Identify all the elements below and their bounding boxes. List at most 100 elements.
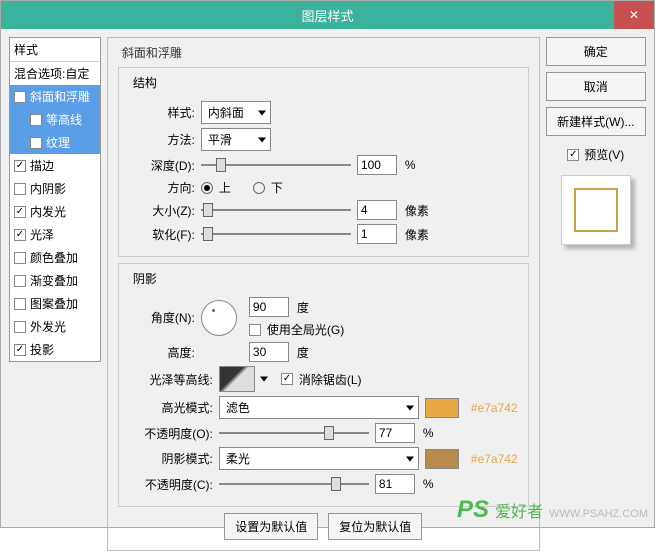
- shadow-mode-row: 阴影模式: 柔光 #e7a742: [129, 447, 518, 470]
- gloss-contour[interactable]: [219, 366, 255, 392]
- reset-default-button[interactable]: 复位为默认值: [328, 513, 422, 540]
- close-button[interactable]: ✕: [614, 1, 654, 29]
- altitude-input[interactable]: [249, 342, 289, 362]
- style-item-outer-glow[interactable]: 外发光: [10, 315, 100, 338]
- shadow-opacity-unit: %: [423, 477, 434, 491]
- layer-style-dialog: 图层样式 ✕ 样式 混合选项:自定 斜面和浮雕 等高线 纹理 描边 内阴影 内发…: [0, 0, 655, 528]
- shadow-color-swatch[interactable]: [425, 449, 459, 469]
- size-input[interactable]: [357, 200, 397, 220]
- method-label: 方法:: [129, 131, 195, 148]
- right-panel: 确定 取消 新建样式(W)... 预览(V): [546, 37, 646, 519]
- checkbox-icon[interactable]: [14, 160, 26, 172]
- depth-slider[interactable]: [201, 158, 351, 172]
- checkbox-icon[interactable]: [14, 91, 26, 103]
- highlight-opacity-slider[interactable]: [219, 426, 369, 440]
- angle-unit: 度: [297, 299, 309, 316]
- style-row: 样式: 内斜面: [129, 101, 518, 124]
- global-light-checkbox[interactable]: [249, 324, 261, 336]
- style-item-contour[interactable]: 等高线: [10, 108, 100, 131]
- depth-input[interactable]: [357, 155, 397, 175]
- set-default-button[interactable]: 设置为默认值: [224, 513, 318, 540]
- altitude-unit: 度: [297, 344, 309, 361]
- default-buttons: 设置为默认值 复位为默认值: [118, 513, 529, 540]
- direction-down-radio[interactable]: [253, 182, 265, 194]
- checkbox-icon[interactable]: [14, 344, 26, 356]
- style-item-inner-shadow[interactable]: 内阴影: [10, 177, 100, 200]
- checkbox-icon[interactable]: [14, 206, 26, 218]
- styles-header[interactable]: 样式: [10, 38, 100, 62]
- highlight-opacity-unit: %: [423, 426, 434, 440]
- angle-input[interactable]: [249, 297, 289, 317]
- gloss-row: 光泽等高线: 消除锯齿(L): [129, 366, 518, 392]
- up-label: 上: [219, 179, 231, 196]
- soften-slider[interactable]: [201, 227, 351, 241]
- altitude-row: 高度: 度: [129, 342, 518, 362]
- antialias-label: 消除锯齿(L): [299, 371, 362, 388]
- highlight-opacity-input[interactable]: [375, 423, 415, 443]
- shadow-mode-select[interactable]: 柔光: [219, 447, 419, 470]
- size-label: 大小(Z):: [129, 202, 195, 219]
- checkbox-icon[interactable]: [14, 298, 26, 310]
- bevel-group: 斜面和浮雕 结构 样式: 内斜面 方法: 平滑 深度(D):: [107, 37, 540, 551]
- structure-group: 结构 样式: 内斜面 方法: 平滑 深度(D): %: [118, 67, 529, 257]
- depth-row: 深度(D): %: [129, 155, 518, 175]
- structure-title: 结构: [129, 74, 161, 91]
- size-unit: 像素: [405, 202, 429, 219]
- preview-box: [561, 175, 631, 245]
- soften-label: 软化(F):: [129, 226, 195, 243]
- style-item-satin[interactable]: 光泽: [10, 223, 100, 246]
- method-row: 方法: 平滑: [129, 128, 518, 151]
- shadow-opacity-row: 不透明度(C): %: [129, 474, 518, 494]
- checkbox-icon[interactable]: [30, 137, 42, 149]
- style-item-gradient-overlay[interactable]: 渐变叠加: [10, 269, 100, 292]
- preview-swatch: [574, 188, 618, 232]
- angle-label: 角度(N):: [129, 309, 195, 326]
- shadow-opacity-input[interactable]: [375, 474, 415, 494]
- direction-label: 方向:: [129, 179, 195, 196]
- depth-unit: %: [405, 158, 416, 172]
- style-item-pattern-overlay[interactable]: 图案叠加: [10, 292, 100, 315]
- ok-button[interactable]: 确定: [546, 37, 646, 66]
- preview-row: 预览(V): [546, 146, 646, 163]
- checkbox-icon[interactable]: [30, 114, 42, 126]
- style-item-texture[interactable]: 纹理: [10, 131, 100, 154]
- soften-input[interactable]: [357, 224, 397, 244]
- soften-unit: 像素: [405, 226, 429, 243]
- settings-panel: 斜面和浮雕 结构 样式: 内斜面 方法: 平滑 深度(D):: [107, 37, 540, 519]
- highlight-mode-label: 高光模式:: [129, 399, 213, 416]
- preview-checkbox[interactable]: [567, 149, 579, 161]
- highlight-color-swatch[interactable]: [425, 398, 459, 418]
- group-title: 斜面和浮雕: [118, 44, 186, 61]
- direction-up-radio[interactable]: [201, 182, 213, 194]
- style-item-inner-glow[interactable]: 内发光: [10, 200, 100, 223]
- close-icon: ✕: [629, 8, 639, 22]
- checkbox-icon[interactable]: [14, 321, 26, 333]
- shadow-opacity-slider[interactable]: [219, 477, 369, 491]
- window-title: 图层样式: [301, 6, 353, 25]
- method-select[interactable]: 平滑: [201, 128, 271, 151]
- titlebar: 图层样式 ✕: [1, 1, 654, 29]
- highlight-opacity-label: 不透明度(O):: [129, 425, 213, 442]
- checkbox-icon[interactable]: [14, 275, 26, 287]
- highlight-mode-select[interactable]: 滤色: [219, 396, 419, 419]
- checkbox-icon[interactable]: [14, 183, 26, 195]
- styles-list: 样式 混合选项:自定 斜面和浮雕 等高线 纹理 描边 内阴影 内发光 光泽 颜色…: [9, 37, 101, 362]
- preview-label: 预览(V): [584, 146, 624, 163]
- blend-options-item[interactable]: 混合选项:自定: [10, 62, 100, 85]
- highlight-hex: #e7a742: [471, 401, 518, 415]
- checkbox-icon[interactable]: [14, 229, 26, 241]
- shadow-opacity-label: 不透明度(C):: [129, 476, 213, 493]
- antialias-checkbox[interactable]: [281, 373, 293, 385]
- angle-wheel[interactable]: [201, 300, 237, 336]
- style-label: 样式:: [129, 104, 195, 121]
- cancel-button[interactable]: 取消: [546, 72, 646, 101]
- style-item-stroke[interactable]: 描边: [10, 154, 100, 177]
- depth-label: 深度(D):: [129, 157, 195, 174]
- style-select[interactable]: 内斜面: [201, 101, 271, 124]
- style-item-drop-shadow[interactable]: 投影: [10, 338, 100, 361]
- size-slider[interactable]: [201, 203, 351, 217]
- new-style-button[interactable]: 新建样式(W)...: [546, 107, 646, 136]
- style-item-bevel[interactable]: 斜面和浮雕: [10, 85, 100, 108]
- checkbox-icon[interactable]: [14, 252, 26, 264]
- style-item-color-overlay[interactable]: 颜色叠加: [10, 246, 100, 269]
